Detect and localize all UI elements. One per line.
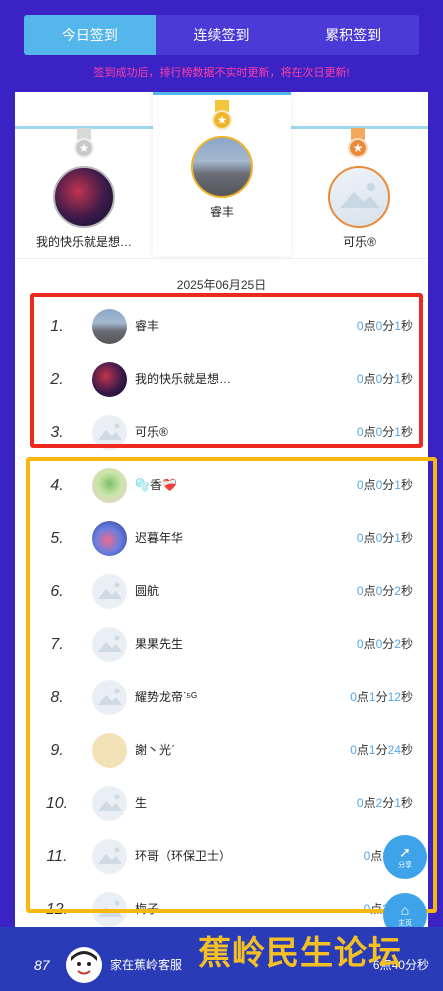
rest-highlight-box (26, 457, 437, 913)
tab-bar: 今日签到 连续签到 累积签到 (24, 15, 419, 55)
podium-first-name: 睿丰 (209, 205, 234, 219)
tab-today[interactable]: 今日签到 (24, 15, 156, 55)
podium-third-avatar[interactable] (328, 166, 390, 228)
watermark-text: 蕉岭民生论坛 (198, 934, 402, 971)
gold-medal-icon: ★ (212, 100, 232, 134)
silver-medal-icon: ★ (74, 128, 94, 162)
notice-text: 签到成功后，排行榜数据不实时更新，将在次日更新! (93, 67, 350, 79)
tab-consecutive[interactable]: 连续签到 (156, 15, 288, 55)
tab-cumulative[interactable]: 累积签到 (287, 15, 419, 55)
my-rank: 87 (34, 957, 50, 973)
home-icon: ⌂ (400, 902, 410, 918)
my-name: 家在蕉岭客服 (110, 958, 183, 972)
divider (15, 258, 428, 259)
podium-first-avatar[interactable] (191, 136, 253, 198)
share-icon: ➚ (399, 844, 411, 860)
podium-second-name: 我的快乐就是想… (35, 235, 132, 249)
share-button[interactable]: ➚ 分享 (383, 835, 427, 879)
bronze-medal-icon: ★ (348, 128, 368, 162)
podium-third-name: 可乐® (343, 235, 376, 249)
my-avatar[interactable] (66, 947, 102, 983)
share-label: 分享 (398, 862, 412, 869)
podium-second-avatar[interactable] (53, 166, 115, 228)
date-label: 2025年06月25日 (176, 278, 267, 292)
cartoon-face-icon (67, 948, 101, 982)
placeholder-image-icon (340, 183, 380, 208)
top3-highlight-box (30, 293, 423, 448)
